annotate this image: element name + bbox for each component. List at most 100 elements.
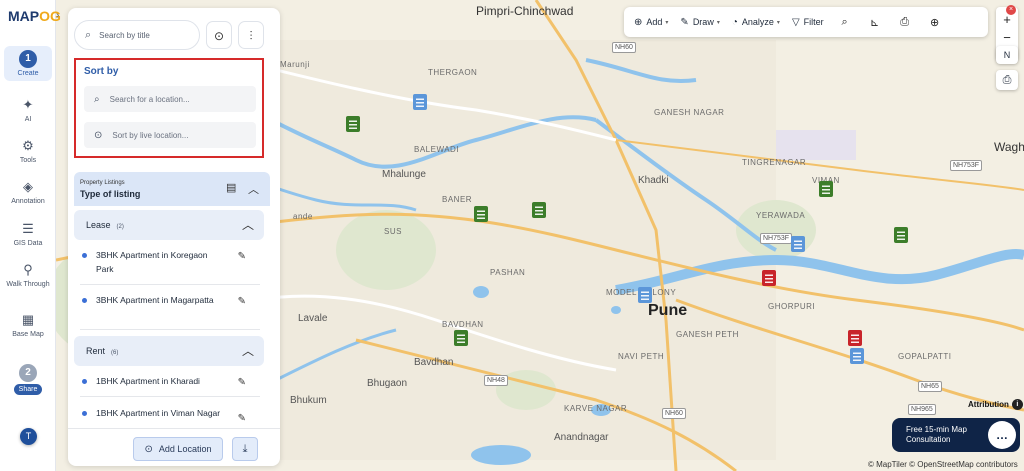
download-button[interactable]: ⤓ [232,437,258,461]
sort-live-location-input[interactable]: ⊙ Sort by live location... [84,122,256,148]
map-label-bavdhan: Bavdhan [414,357,454,368]
add-menu-button[interactable]: ⊕ Add ▾ [628,11,674,33]
analyze-menu-button[interactable]: ◔ Analyze ▾ [726,11,786,33]
property-marker[interactable] [638,287,652,303]
property-marker[interactable] [791,236,805,252]
pencil-icon[interactable]: ✎ [238,376,246,390]
attribution-toggle[interactable]: Attribution i [968,399,1023,410]
search-icon: ⌕ [85,28,92,41]
attribution-label: Attribution [968,400,1009,409]
property-marker[interactable] [413,94,427,110]
map-label-bavdhan-caps: BAVDHAN [442,320,484,329]
app-logo[interactable]: MAPOG [8,8,61,24]
share-label: Share [13,384,43,395]
list-item[interactable]: 1BHK Apartment in Viman Nagar ✎ [82,406,260,428]
bullet-dot [82,253,87,258]
analyze-label: Analyze [741,17,774,27]
search-icon: ⌕ [94,93,100,105]
property-marker[interactable] [532,202,546,218]
chevron-up-icon[interactable]: ︿ [248,181,259,197]
rail-label: Annotation [11,198,45,205]
chevron-up-icon[interactable]: ︿ [242,216,254,233]
listings-title: Type of listing [80,189,141,199]
map-label-sus: SUS [384,227,402,236]
list-item[interactable]: 3BHK Apartment in Magarpatta ✎ [82,293,260,307]
map-label-navi-peth: NAVI PETH [618,352,665,361]
map-label-marunji: Marunji [280,60,310,69]
pencil-icon: ✎ [680,16,689,28]
map-toolbar: ⊕ Add ▾ ✎ Draw ▾ ◔ Analyze ▾ ▽ Filter ⌕ … [624,7,988,37]
list-item[interactable]: 3BHK Apartment in Koregaon Park ✎ [82,248,260,276]
property-marker[interactable] [848,330,862,346]
pencil-icon[interactable]: ✎ [238,250,246,264]
locate-crosshair-icon[interactable]: ⊕ [920,16,950,29]
property-marker[interactable] [474,206,488,222]
draw-menu-button[interactable]: ✎ Draw ▾ [674,11,725,33]
group-header-lease[interactable]: Lease (2) ︿ [74,210,264,240]
print-icon[interactable]: ⎙ [996,70,1018,90]
list-item-label: 3BHK Apartment in Koregaon Park [96,250,208,274]
filter-settings-button[interactable]: ⫶ [238,21,264,49]
chat-bubble-icon[interactable]: … [988,421,1016,449]
rail-item-create[interactable]: 1 Create [4,46,52,81]
location-pin-icon: ⊙ [213,29,225,43]
ai-icon: ✦ [22,97,34,112]
property-marker[interactable] [819,181,833,197]
search-by-title-input[interactable]: ⌕ Search by title [74,20,200,50]
rail-label: Create [17,70,39,77]
sort-location-search-input[interactable]: ⌕ Search for a location... [84,86,256,112]
print-icon[interactable]: ⎙ [890,16,920,29]
location-pin-button[interactable]: ⊙ [206,21,232,49]
filter-button[interactable]: ▽ Filter [786,11,830,33]
map-label-mhalunge: Mhalunge [382,169,426,180]
location-pin-icon: ⊙ [94,129,103,141]
pencil-icon[interactable]: ✎ [238,412,246,426]
property-marker[interactable] [850,348,864,364]
zoom-out-button[interactable]: − [996,29,1018,47]
property-marker[interactable] [894,227,908,243]
chevron-up-icon[interactable]: ︿ [242,342,254,359]
road-badge: NH60 [662,408,686,419]
bullet-dot [82,379,87,384]
rail-item-share[interactable]: 2 Share [4,364,52,395]
measure-icon[interactable]: ⊾ [860,16,890,29]
rail-item-gis-data[interactable]: ☰ GIS Data [4,220,52,247]
rail-item-annotation[interactable]: ◈ Annotation [4,178,52,205]
property-marker[interactable] [346,116,360,132]
search-icon[interactable]: ⌕ [830,16,860,29]
map-label-ganesh-nagar: GANESH NAGAR [654,108,725,117]
property-marker[interactable] [454,330,468,346]
group-count: (2) [116,224,124,230]
list-item[interactable]: 1BHK Apartment in Kharadi ✎ [82,374,260,388]
free-consultation-banner[interactable]: Free 15-min Map Consultation … [892,418,1020,452]
avatar[interactable]: T [20,428,37,445]
map-label-thergaon: THERGAON [428,68,478,77]
map-label-khadki: Khadki [638,175,669,186]
listings-small-label: Property Listings [80,180,125,186]
map-label-pimpri: Pimpri-Chinchwad [476,4,574,18]
map-label-anandnagar: Anandnagar [554,432,609,443]
info-icon: i [1011,399,1023,410]
table-view-icon[interactable]: ▤ [226,181,236,194]
draw-label: Draw [692,17,714,27]
list-item-label: 1BHK Apartment in Kharadi [96,376,200,386]
property-listings-header: Property Listings Type of listing ▤ ︿ [74,172,270,206]
rail-item-tools[interactable]: ⚙ Tools [4,137,52,164]
group-header-rent[interactable]: Rent (6) ︿ [74,336,264,366]
pencil-icon[interactable]: ✎ [238,295,246,309]
compass-north-button[interactable]: N [996,46,1018,64]
rail-item-ai[interactable]: ✦ AI [4,96,52,123]
collapse-panel-chevron-icon[interactable]: › [56,10,66,21]
sort-by-title: Sort by [84,66,119,77]
property-marker[interactable] [762,270,776,286]
caret-down-icon: ▾ [776,19,780,26]
rail-item-base-map[interactable]: ▦ Base Map [4,311,52,338]
gear-icon: ⚙ [22,138,34,153]
map-label-yerawada: YERAWADA [756,211,806,220]
search-placeholder: Search by title [99,30,150,40]
bullet-dot [82,411,87,416]
add-location-button[interactable]: ⊙ Add Location [133,437,223,461]
sort-location-placeholder: Search for a location... [109,94,190,104]
close-icon[interactable]: × [1006,5,1016,15]
rail-item-walk-through[interactable]: ⚲ Walk Through [4,261,52,288]
